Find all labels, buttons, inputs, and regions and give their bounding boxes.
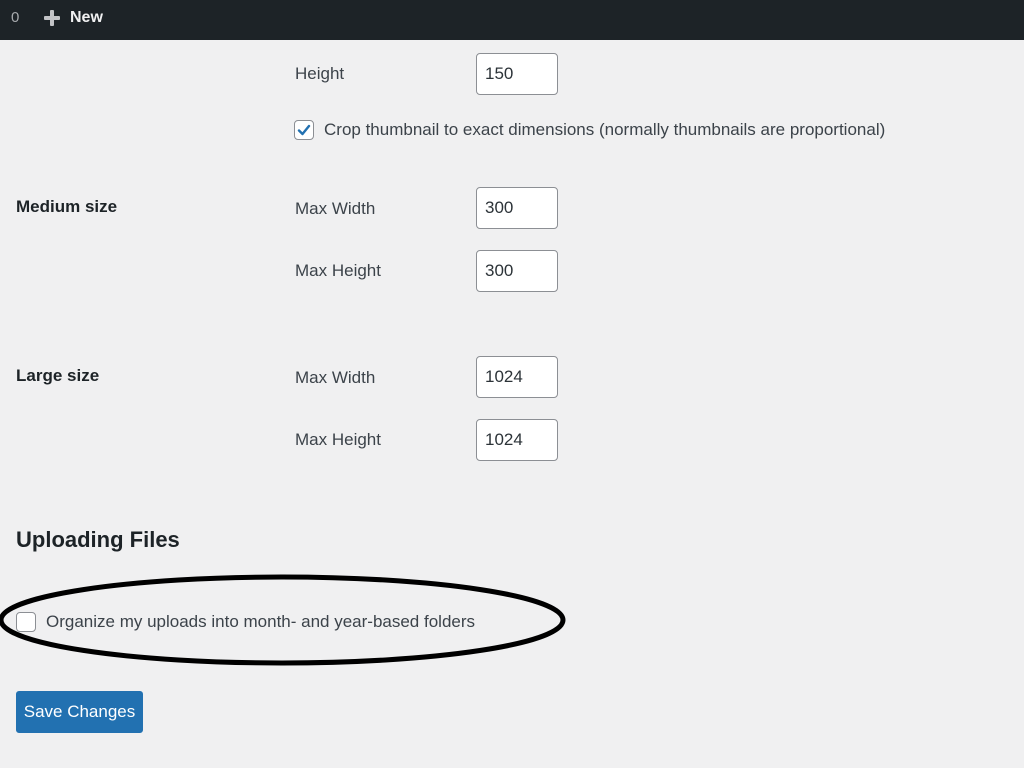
medium-max-width-input[interactable] xyxy=(476,187,558,229)
new-label: New xyxy=(70,9,103,26)
comment-count[interactable]: 0 xyxy=(11,9,19,26)
large-max-width-label: Max Width xyxy=(295,368,376,387)
large-size-heading: Large size xyxy=(16,366,100,385)
crop-thumbnail-label: Crop thumbnail to exact dimensions (norm… xyxy=(324,120,886,139)
large-max-height-label: Max Height xyxy=(295,430,381,449)
admin-bar: 0 New xyxy=(0,0,1024,40)
large-max-width-input[interactable] xyxy=(476,356,558,398)
uploading-files-heading: Uploading Files xyxy=(16,527,180,552)
checkmark-icon xyxy=(297,124,311,136)
plus-icon xyxy=(42,8,62,28)
medium-max-height-input[interactable] xyxy=(476,250,558,292)
medium-max-width-label: Max Width xyxy=(295,199,376,218)
medium-max-height-label: Max Height xyxy=(295,261,381,280)
crop-thumbnail-checkbox[interactable] xyxy=(294,120,314,140)
organize-uploads-checkbox[interactable] xyxy=(16,612,36,632)
new-content-menu[interactable]: New xyxy=(42,6,103,30)
medium-size-heading: Medium size xyxy=(16,197,118,216)
thumbnail-height-input[interactable] xyxy=(476,53,558,95)
large-max-height-input[interactable] xyxy=(476,419,558,461)
save-changes-button[interactable]: Save Changes xyxy=(16,691,143,733)
organize-uploads-option[interactable]: Organize my uploads into month- and year… xyxy=(16,612,475,632)
thumbnail-height-label: Height xyxy=(295,64,345,83)
organize-uploads-label: Organize my uploads into month- and year… xyxy=(46,612,476,631)
crop-thumbnail-option[interactable]: Crop thumbnail to exact dimensions (norm… xyxy=(294,120,885,140)
